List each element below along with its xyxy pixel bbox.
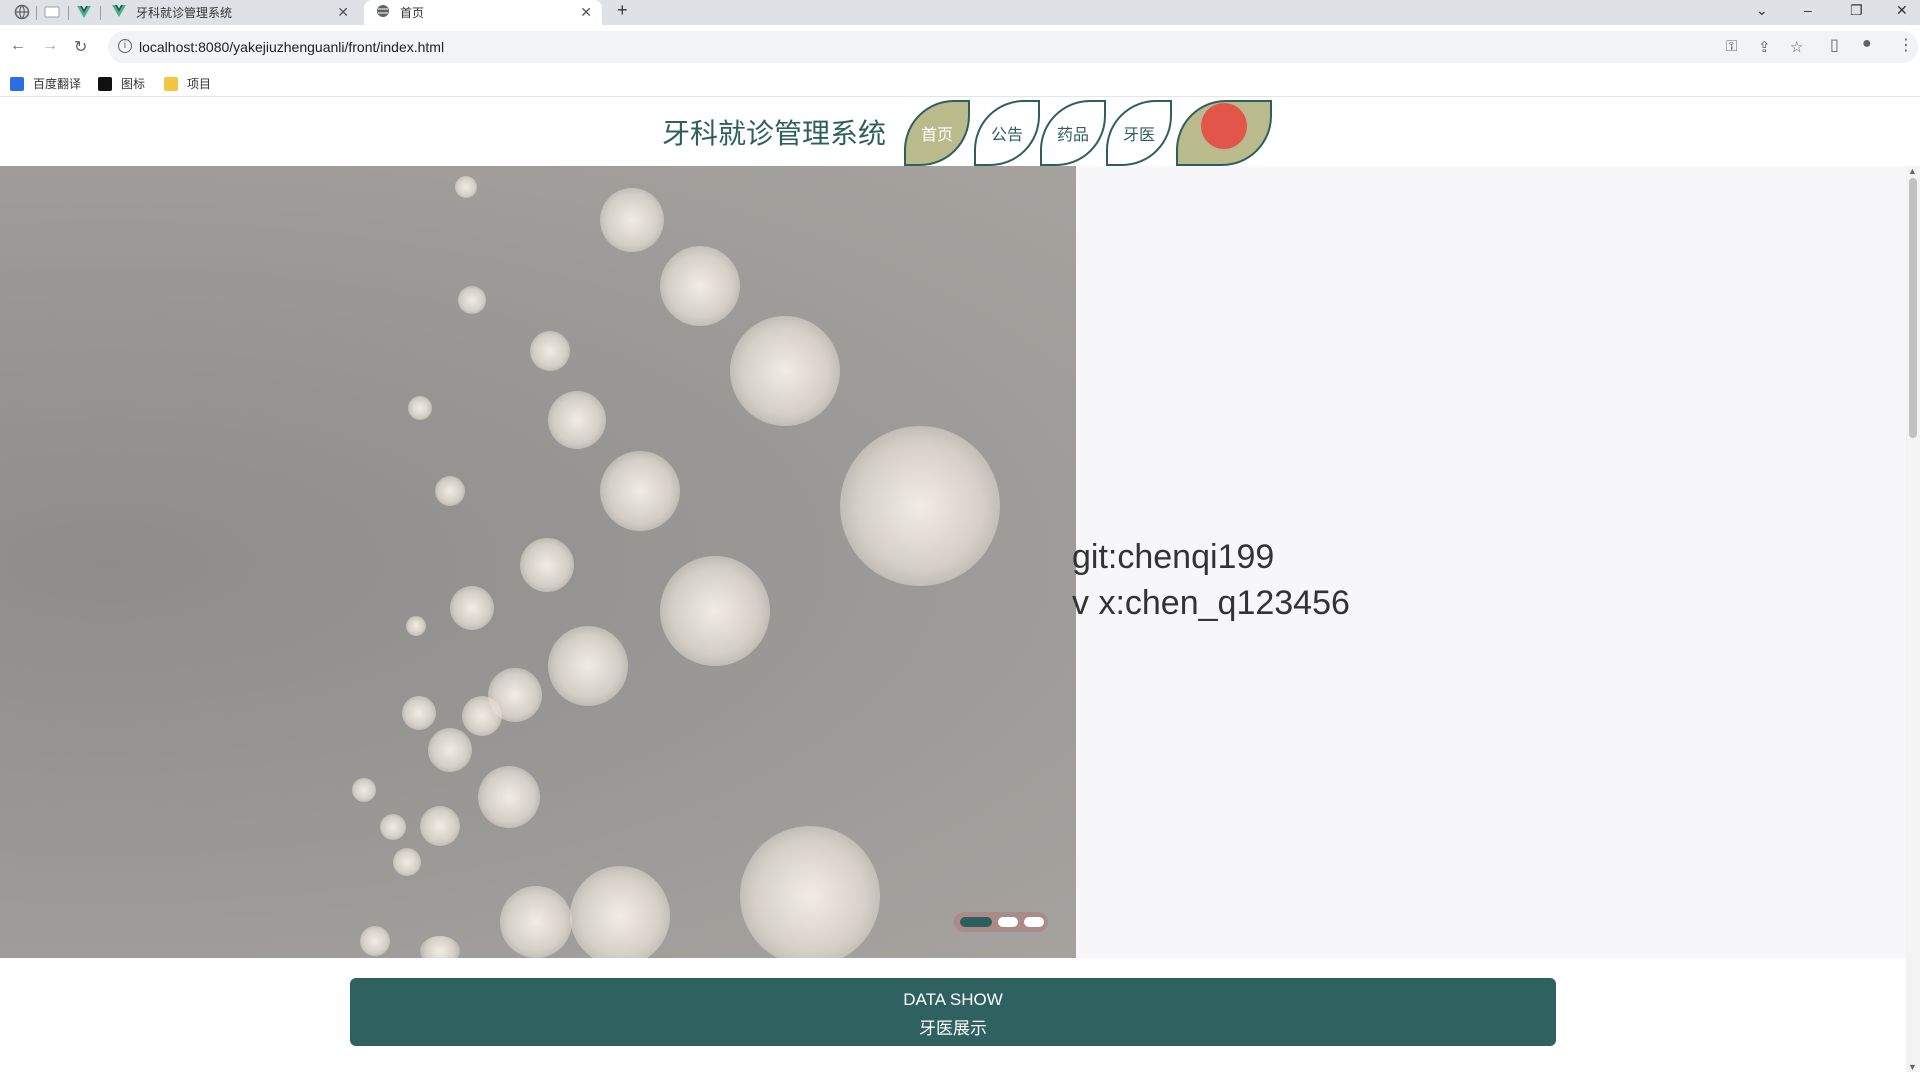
carousel: git:chenqi199 v x:chen_q123456 bbox=[0, 166, 1920, 958]
tab-title: 牙科就诊管理系统 bbox=[136, 6, 233, 20]
banner-text-line-1: git:chenqi199 bbox=[1072, 538, 1275, 576]
close-tab-icon[interactable]: ✕ bbox=[337, 4, 349, 21]
minimize-icon[interactable]: – bbox=[1804, 2, 1812, 18]
tab-home[interactable]: 首页 ✕ bbox=[364, 0, 602, 25]
url-text: localhost:8080/yakejiuzhenguanli/front/i… bbox=[139, 39, 445, 55]
carousel-indicators bbox=[954, 912, 1048, 932]
key-icon[interactable]: ⚿ bbox=[1726, 38, 1737, 55]
menu-icon[interactable]: ⋮ bbox=[1898, 35, 1914, 55]
restore-icon[interactable]: ❐ bbox=[1850, 2, 1863, 19]
star-icon[interactable]: ☆ bbox=[1790, 38, 1803, 56]
close-window-icon[interactable]: ✕ bbox=[1896, 2, 1908, 19]
click-indicator bbox=[1201, 103, 1247, 149]
url-field[interactable]: i localhost:8080/yakejiuzhenguanli/front… bbox=[108, 31, 1918, 63]
tab-title: 首页 bbox=[400, 6, 425, 20]
scroll-down-icon[interactable]: ▼ bbox=[1908, 1062, 1917, 1072]
bookmark-icons[interactable]: 图标 bbox=[98, 75, 145, 92]
address-bar-row: ← → ↻ i localhost:8080/yakejiuzhenguanli… bbox=[0, 25, 1920, 69]
side-panel-icon[interactable]: ▯ bbox=[1830, 35, 1839, 55]
data-show-section-header: DATA SHOW 牙医展示 bbox=[350, 978, 1556, 1046]
section-title-cn: 牙医展示 bbox=[919, 1019, 987, 1038]
new-tab-icon[interactable]: + bbox=[617, 0, 628, 21]
banner-text-line-2: v x:chen_q123456 bbox=[1072, 584, 1350, 622]
translate-icon bbox=[10, 76, 24, 91]
forward-icon[interactable]: → bbox=[42, 37, 58, 55]
nav-medicine[interactable]: 药品 bbox=[1040, 100, 1106, 166]
profile-icon[interactable]: ● bbox=[1862, 35, 1872, 53]
carousel-dot-1[interactable] bbox=[960, 917, 992, 927]
share-icon[interactable]: ⇪ bbox=[1758, 38, 1771, 56]
image-icon bbox=[98, 76, 112, 91]
bookmark-project[interactable]: 项目 bbox=[164, 75, 211, 92]
reload-icon[interactable]: ↻ bbox=[74, 37, 87, 57]
bookmarks-bar: 百度翻译 图标 项目 bbox=[0, 69, 1920, 97]
section-title-en: DATA SHOW bbox=[903, 990, 1003, 1009]
nav-notice[interactable]: 公告 bbox=[974, 100, 1040, 166]
nav-dentist[interactable]: 牙医 bbox=[1106, 100, 1172, 166]
scrollbar-thumb[interactable] bbox=[1909, 178, 1917, 438]
page-icon[interactable] bbox=[44, 4, 60, 20]
nav-home[interactable]: 首页 bbox=[904, 100, 970, 166]
close-tab-icon[interactable]: ✕ bbox=[580, 4, 592, 21]
scrollbar[interactable]: ▲ ▼ bbox=[1906, 166, 1920, 1072]
carousel-image bbox=[0, 166, 1076, 958]
site-title: 牙科就诊管理系统 bbox=[662, 118, 887, 149]
page: 牙科就诊管理系统 首页 公告 药品 牙医 git:chenqi199 v x:c… bbox=[0, 98, 1920, 1072]
bookmark-baidu-translate[interactable]: 百度翻译 bbox=[10, 75, 81, 92]
vue-icon[interactable] bbox=[76, 4, 92, 20]
browser-tab-bar: 牙科就诊管理系统 ✕ 首页 ✕ + ⌄ – ❐ ✕ bbox=[0, 0, 1920, 25]
site-header: 牙科就诊管理系统 首页 公告 药品 牙医 bbox=[0, 98, 1920, 166]
carousel-dot-2[interactable] bbox=[998, 917, 1018, 927]
vue-icon bbox=[112, 4, 126, 21]
folder-icon bbox=[164, 76, 178, 91]
globe-icon[interactable] bbox=[14, 4, 30, 20]
tab-search-icon[interactable]: ⌄ bbox=[1756, 2, 1768, 19]
globe-icon bbox=[376, 4, 390, 21]
scroll-up-icon[interactable]: ▲ bbox=[1908, 166, 1917, 176]
back-icon[interactable]: ← bbox=[10, 37, 26, 55]
site-info-icon[interactable]: i bbox=[118, 39, 132, 53]
tab-yake-system[interactable]: 牙科就诊管理系统 ✕ bbox=[104, 0, 359, 25]
carousel-dot-3[interactable] bbox=[1024, 917, 1044, 927]
